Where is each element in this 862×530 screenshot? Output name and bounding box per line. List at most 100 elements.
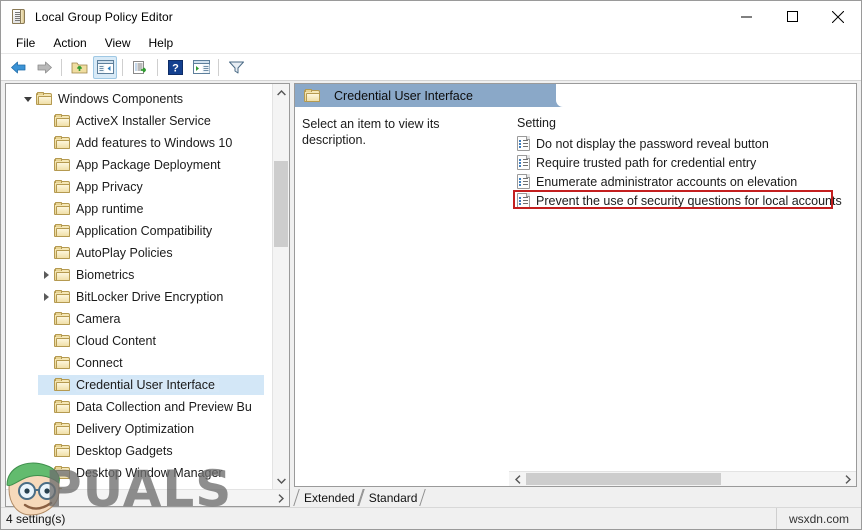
tree-item-credential-user-interface[interactable]: Credential User Interface	[6, 374, 272, 396]
title-bar: Local Group Policy Editor	[1, 1, 861, 32]
details-hscroll-track[interactable]	[526, 472, 839, 486]
tree-item-application-compatibility[interactable]: Application Compatibility	[6, 220, 272, 242]
tree-item-label: Desktop Window Manager	[76, 466, 223, 480]
chevron-right-icon[interactable]	[38, 286, 54, 308]
setting-label: Enumerate administrator accounts on elev…	[536, 174, 798, 189]
scroll-right-arrow[interactable]	[272, 490, 289, 506]
tree-item-delivery-optimization[interactable]: Delivery Optimization	[6, 418, 272, 440]
details-header-title: Credential User Interface	[334, 88, 473, 103]
expander-placeholder	[38, 154, 54, 176]
back-icon[interactable]	[6, 56, 30, 79]
settings-column-header[interactable]: Setting	[509, 107, 856, 134]
export-list-icon[interactable]	[128, 56, 152, 79]
tree-hscroll-track[interactable]	[23, 490, 272, 506]
details-scroll-left-arrow[interactable]	[509, 472, 526, 486]
tree-item-desktop-window-manager[interactable]: Desktop Window Manager	[6, 462, 272, 484]
tree-item-label: Desktop Gadgets	[76, 444, 173, 458]
tree-item-label: Windows Components	[58, 92, 184, 106]
menu-help[interactable]: Help	[140, 34, 183, 52]
help-icon[interactable]: ?	[163, 56, 187, 79]
setting-row[interactable]: Prevent the use of security questions fo…	[509, 190, 856, 210]
expander-placeholder	[38, 374, 54, 396]
setting-row[interactable]: Do not display the password reveal butto…	[509, 134, 856, 153]
settings-list[interactable]: Do not display the password reveal butto…	[509, 134, 856, 471]
tree-item-autoplay-policies[interactable]: AutoPlay Policies	[6, 242, 272, 264]
header-folder-icon	[304, 88, 321, 103]
tree-item-add-features-to-windows-10[interactable]: Add features to Windows 10	[6, 132, 272, 154]
folder-icon	[54, 400, 71, 414]
tree-item-desktop-gadgets[interactable]: Desktop Gadgets	[6, 440, 272, 462]
folder-icon	[54, 180, 71, 194]
tree-item-connect[interactable]: Connect	[6, 352, 272, 374]
tree-item-label: ActiveX Installer Service	[76, 114, 211, 128]
toolbar-separator-3	[157, 58, 158, 76]
expander-placeholder	[38, 132, 54, 154]
tree-item-app-runtime[interactable]: App runtime	[6, 198, 272, 220]
close-button[interactable]	[815, 1, 861, 32]
menu-action[interactable]: Action	[44, 34, 95, 52]
details-scroll-right-arrow[interactable]	[839, 472, 856, 486]
tree-horizontal-scrollbar[interactable]	[6, 489, 289, 506]
details-pane: Credential User Interface Select an item…	[294, 83, 857, 507]
details-horizontal-scrollbar[interactable]	[509, 471, 856, 486]
folder-icon	[54, 378, 71, 392]
tree-item-label: BitLocker Drive Encryption	[76, 290, 224, 304]
maximize-button[interactable]	[769, 1, 815, 32]
up-folder-icon[interactable]	[67, 56, 91, 79]
tree-item-label: Device and Driver Compatibility	[76, 488, 254, 489]
watermark-url: wsxdn.com	[775, 508, 861, 529]
forward-icon[interactable]	[32, 56, 56, 79]
status-text: 4 setting(s)	[6, 511, 66, 526]
console-tree-pane: Windows Components ActiveX Installer Serv…	[5, 83, 290, 507]
tree-item-activex-installer-service[interactable]: ActiveX Installer Service	[6, 110, 272, 132]
tree-scroll-track[interactable]	[273, 101, 289, 472]
menu-bar: File Action View Help	[1, 32, 861, 54]
tree-item-device-and-driver-compatibility[interactable]: Device and Driver Compatibility	[6, 484, 272, 489]
tree-scroll-thumb[interactable]	[274, 161, 288, 247]
tree-vertical-scrollbar[interactable]	[272, 84, 289, 489]
setting-row[interactable]: Require trusted path for credential entr…	[509, 153, 856, 172]
filter-icon[interactable]	[224, 56, 248, 79]
details-frame: Credential User Interface Select an item…	[294, 83, 857, 487]
description-text: Select an item to view its description.	[302, 117, 440, 147]
folder-icon	[54, 466, 71, 480]
expander-placeholder	[38, 176, 54, 198]
show-hide-console-tree-icon[interactable]	[93, 55, 117, 79]
tree-item-app-package-deployment[interactable]: App Package Deployment	[6, 154, 272, 176]
tree-item-biometrics[interactable]: Biometrics	[6, 264, 272, 286]
tree-item-app-privacy[interactable]: App Privacy	[6, 176, 272, 198]
tree-item-label: Camera	[76, 312, 121, 326]
expander-placeholder	[38, 330, 54, 352]
tree-item-windows-components[interactable]: Windows Components	[6, 88, 272, 110]
tree-item-label: App Package Deployment	[76, 158, 221, 172]
folder-icon	[54, 246, 71, 260]
details-hscroll-thumb[interactable]	[526, 473, 721, 485]
menu-view[interactable]: View	[96, 34, 140, 52]
tab-standard[interactable]: Standard	[361, 488, 424, 507]
chevron-down-icon[interactable]	[20, 88, 36, 110]
scroll-up-arrow[interactable]	[273, 84, 289, 101]
scroll-left-arrow[interactable]	[6, 490, 23, 506]
tree-item-bitlocker-drive-encryption[interactable]: BitLocker Drive Encryption	[6, 286, 272, 308]
menu-file[interactable]: File	[7, 34, 44, 52]
expander-placeholder	[38, 308, 54, 330]
chevron-right-icon[interactable]	[38, 264, 54, 286]
tab-extended[interactable]: Extended	[296, 488, 361, 507]
folder-icon	[54, 356, 71, 370]
folder-icon	[54, 422, 71, 436]
chevron-right-icon[interactable]	[38, 462, 54, 484]
tree-item-data-collection-and-preview-bu[interactable]: Data Collection and Preview Bu	[6, 396, 272, 418]
minimize-button[interactable]	[723, 1, 769, 32]
setting-row[interactable]: Enumerate administrator accounts on elev…	[509, 172, 856, 191]
expander-placeholder	[38, 484, 54, 489]
tree-item-label: Application Compatibility	[76, 224, 213, 238]
tree-item-camera[interactable]: Camera	[6, 308, 272, 330]
tree-item-cloud-content[interactable]: Cloud Content	[6, 330, 272, 352]
window-controls	[723, 1, 861, 32]
expander-placeholder	[38, 220, 54, 242]
toolbar-separator-1	[61, 58, 62, 76]
scroll-down-arrow[interactable]	[273, 472, 289, 489]
show-hide-action-pane-icon[interactable]	[189, 56, 213, 79]
policy-tree[interactable]: Windows Components ActiveX Installer Serv…	[6, 84, 272, 489]
expander-placeholder	[38, 440, 54, 462]
